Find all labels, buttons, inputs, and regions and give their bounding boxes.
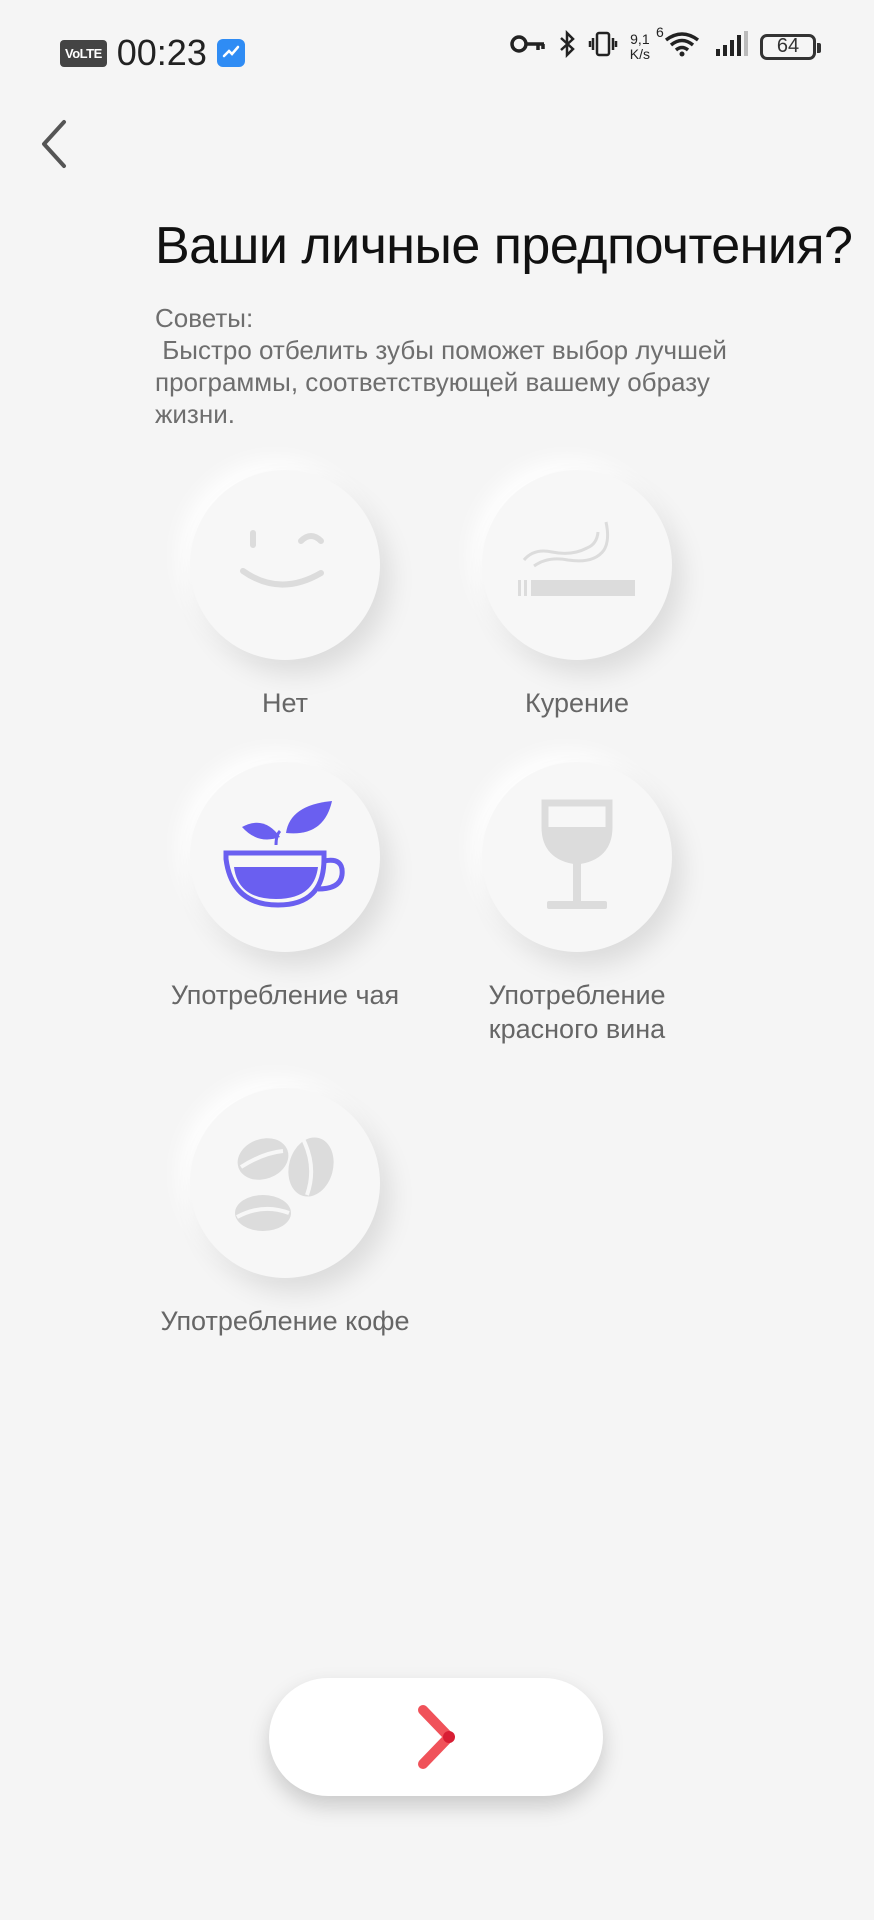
network-type: 6 <box>656 24 664 40</box>
page-title: Ваши личные предпочтения? <box>155 217 853 275</box>
wifi-icon: 6 <box>656 24 702 63</box>
volte-badge: VoLTE <box>60 39 107 67</box>
option-circle <box>190 1088 380 1278</box>
back-button[interactable] <box>36 116 76 172</box>
battery-indicator: 64 <box>760 33 821 60</box>
option-circle <box>482 762 672 952</box>
tea-cup-icon <box>223 801 345 908</box>
next-button[interactable] <box>269 1678 603 1796</box>
bluetooth-icon <box>558 29 576 63</box>
option-label: Употребление красного вина <box>488 980 666 1044</box>
tips-heading: Советы: <box>155 303 254 333</box>
app-notification-icon <box>216 39 245 67</box>
option-label: Нет <box>262 688 308 718</box>
option-label: Курение <box>525 688 629 718</box>
option-circle <box>190 762 380 952</box>
tips-body: Быстро отбелить зубы поможет выбор лучше… <box>155 335 735 429</box>
status-bar: VoLTE 00:23 9,1 K/s 6 64 <box>0 0 874 100</box>
option-smoking[interactable]: Курение <box>437 470 717 720</box>
option-none[interactable]: Нет <box>145 470 425 720</box>
vibrate-icon <box>588 30 618 63</box>
status-bar-right: 9,1 K/s 6 64 <box>510 24 821 63</box>
option-tea[interactable]: Употребление чая <box>145 762 425 1012</box>
coffee-beans-icon <box>235 1137 334 1231</box>
option-label: Употребление кофе <box>160 1306 410 1336</box>
option-circle <box>190 470 380 660</box>
speed-value: 9,1 <box>630 30 650 47</box>
chevron-right-icon <box>418 1705 455 1769</box>
chevron-left-icon <box>42 120 66 168</box>
network-speed: 9,1 K/s <box>629 30 650 62</box>
option-wine[interactable]: Употребление красного вина <box>437 762 717 1046</box>
battery-level: 64 <box>776 35 800 57</box>
option-coffee[interactable]: Употребление кофе <box>145 1088 425 1338</box>
status-bar-left: VoLTE 00:23 <box>60 32 245 74</box>
cigarette-icon <box>518 521 635 596</box>
tips: Советы: Быстро отбелить зубы поможет выб… <box>155 302 795 430</box>
smiley-wink-icon <box>240 530 324 588</box>
signal-icon <box>714 31 748 62</box>
status-time: 00:23 <box>116 32 207 73</box>
option-label: Употребление чая <box>170 980 400 1010</box>
option-circle <box>482 470 672 660</box>
key-icon <box>510 33 546 60</box>
wine-glass-icon <box>541 799 613 909</box>
speed-unit: K/s <box>629 45 650 62</box>
